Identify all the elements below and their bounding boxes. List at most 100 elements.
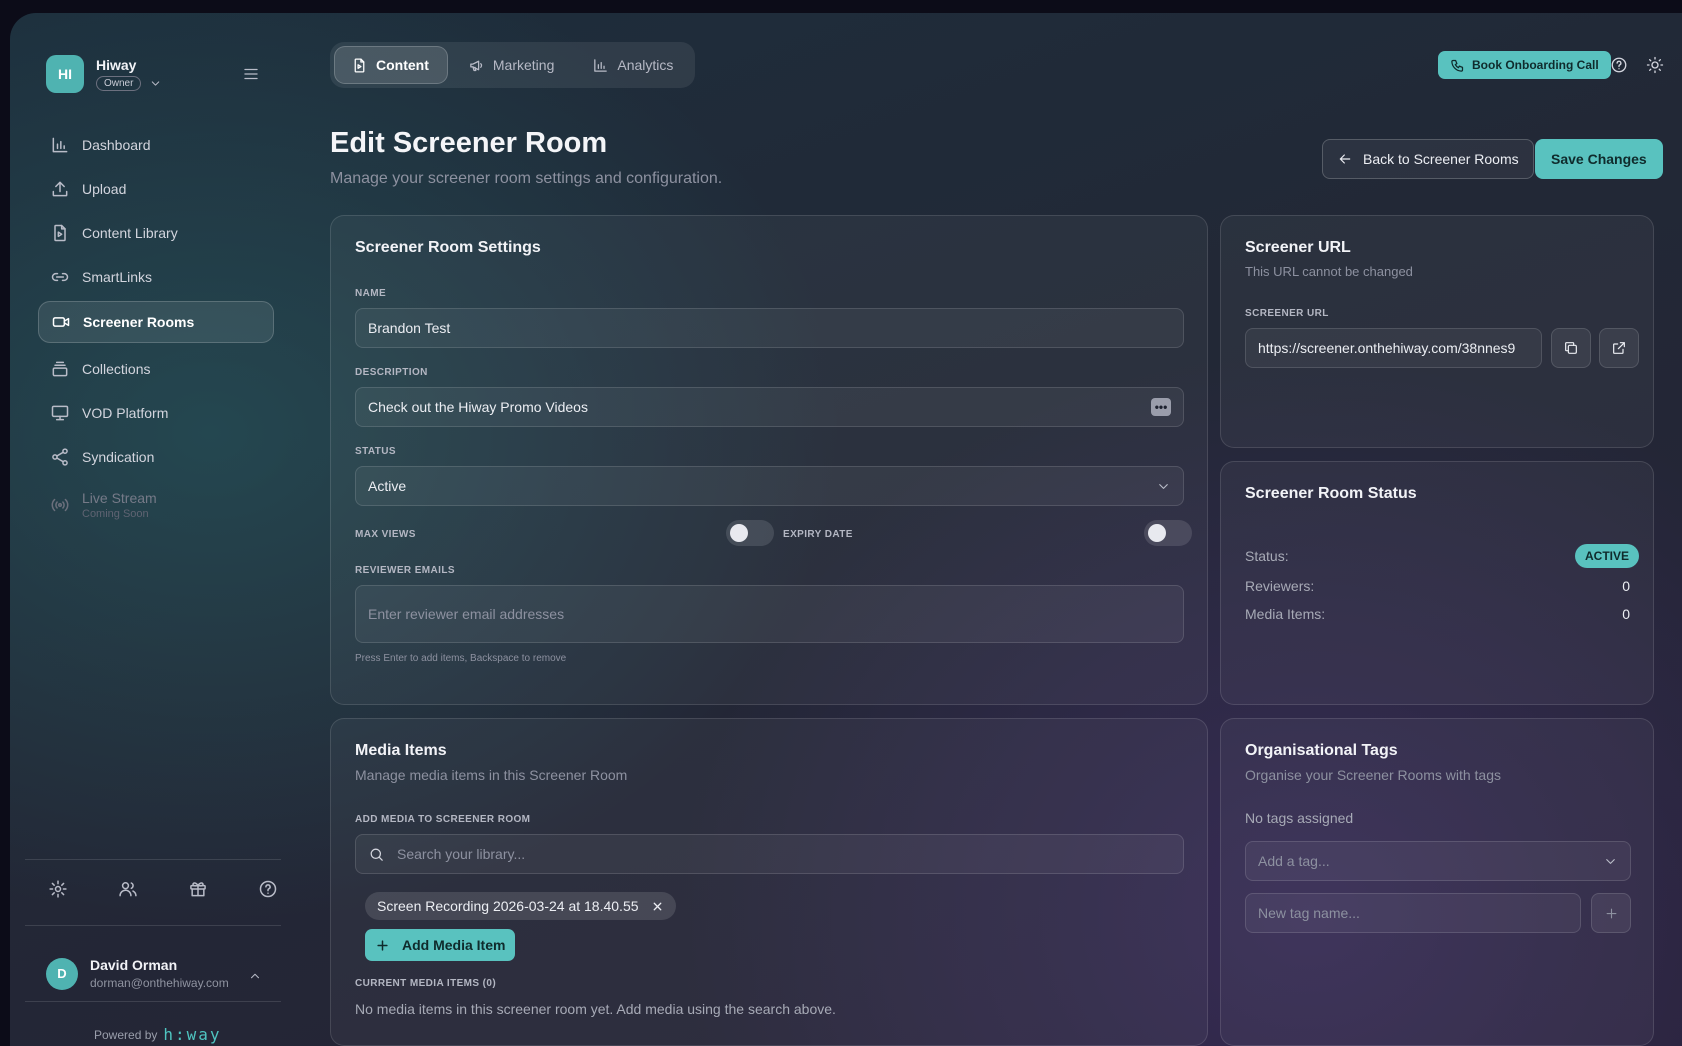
sidebar-item-screener-rooms[interactable]: Screener Rooms — [38, 301, 274, 343]
description-input[interactable]: Check out the Hiway Promo Videos ••• — [355, 387, 1184, 427]
copy-button[interactable] — [1551, 328, 1591, 368]
chevron-up-icon[interactable] — [248, 969, 262, 983]
monitor-icon — [50, 403, 70, 423]
tab-marketing[interactable]: Marketing — [452, 46, 572, 84]
name-input[interactable]: Brandon Test — [355, 308, 1184, 348]
tag-select[interactable]: Add a tag... — [1245, 841, 1631, 881]
help-icon[interactable] — [258, 879, 278, 899]
sidebar-item-label: SmartLinks — [82, 269, 153, 285]
chart-icon — [592, 57, 609, 74]
tab-analytics[interactable]: Analytics — [576, 46, 691, 84]
file-icon — [351, 57, 368, 74]
chevron-down-icon — [1603, 854, 1618, 869]
top-tabs: Content Marketing Analytics — [330, 42, 696, 88]
reviewers-label: Reviewers: — [1245, 578, 1315, 594]
workspace-avatar: HI — [46, 55, 84, 93]
expiry-date-label: EXPIRY DATE — [783, 529, 853, 540]
page-subtitle: Manage your screener room settings and c… — [330, 170, 723, 187]
sidebar-item-collections[interactable]: Collections — [38, 349, 274, 389]
empty-media-message: No media items in this screener room yet… — [355, 1001, 836, 1017]
sidebar-item-syndication[interactable]: Syndication — [38, 437, 274, 477]
screener-url-input[interactable]: https://screener.onthehiway.com/38nnes9 — [1245, 328, 1542, 368]
back-label: Back to Screener Rooms — [1363, 151, 1519, 167]
arrow-left-icon — [1337, 151, 1353, 167]
copy-icon — [1563, 340, 1579, 356]
megaphone-icon — [468, 57, 485, 74]
upload-icon — [50, 179, 70, 199]
powered-by: Powered by h:way — [94, 1025, 222, 1044]
expiry-date-toggle[interactable] — [1144, 520, 1192, 546]
sun-icon[interactable] — [1646, 56, 1664, 74]
add-tag-button[interactable] — [1591, 893, 1631, 933]
screener-url-label: SCREENER URL — [1245, 308, 1329, 319]
reviewer-emails-hint: Press Enter to add items, Backspace to r… — [355, 653, 567, 664]
reviewers-count: 0 — [1622, 578, 1630, 594]
video-icon — [51, 312, 71, 332]
menu-icon[interactable] — [242, 65, 260, 83]
close-icon[interactable] — [651, 900, 664, 913]
selected-media-chip: Screen Recording 2026-03-24 at 18.40.55 — [365, 892, 676, 920]
add-media-label: Add Media Item — [402, 937, 506, 953]
avatar: D — [46, 957, 78, 990]
screener-url-title: Screener URL — [1245, 239, 1351, 256]
sidebar-item-label: Screener Rooms — [83, 314, 195, 330]
status-label: STATUS — [355, 446, 396, 457]
max-views-toggle[interactable] — [726, 520, 774, 546]
workspace-switcher[interactable]: HI Hiway Owner — [46, 55, 162, 93]
settings-gear-icon[interactable] — [48, 879, 68, 899]
app-window: HI Hiway Owner Dashboard Upload Content … — [10, 13, 1682, 1046]
tab-content[interactable]: Content — [334, 46, 448, 84]
media-title: Media Items — [355, 742, 447, 759]
add-media-item-button[interactable]: Add Media Item — [365, 929, 516, 961]
divider — [25, 859, 281, 860]
phone-icon — [1450, 58, 1465, 73]
external-link-icon — [1611, 340, 1627, 356]
search-placeholder: Search your library... — [397, 846, 526, 862]
file-icon — [50, 223, 70, 243]
status-value: Active — [368, 478, 407, 494]
more-dots-icon[interactable]: ••• — [1151, 398, 1171, 416]
new-tag-input[interactable]: New tag name... — [1245, 893, 1581, 933]
sidebar-item-smartlinks[interactable]: SmartLinks — [38, 257, 274, 297]
status-card-title: Screener Room Status — [1245, 485, 1417, 502]
name-label: NAME — [355, 288, 387, 299]
tags-subtitle: Organise your Screener Rooms with tags — [1245, 767, 1501, 783]
coming-soon-label: Coming Soon — [82, 508, 149, 520]
screener-url-subtitle: This URL cannot be changed — [1245, 264, 1413, 279]
user-profile[interactable]: D David Orman dorman@onthehiway.com — [46, 957, 229, 990]
sidebar-item-vod-platform[interactable]: VOD Platform — [38, 393, 274, 433]
book-onboarding-call-button[interactable]: Book Onboarding Call — [1438, 51, 1611, 79]
back-button[interactable]: Back to Screener Rooms — [1322, 139, 1534, 179]
media-subtitle: Manage media items in this Screener Room — [355, 767, 628, 783]
help-icon[interactable] — [1610, 56, 1628, 74]
chevron-down-icon[interactable] — [149, 77, 162, 90]
sidebar-item-live-stream: Live Stream Coming Soon — [38, 481, 274, 529]
link-icon — [50, 267, 70, 287]
sidebar-item-label: VOD Platform — [82, 405, 169, 421]
max-views-label: MAX VIEWS — [355, 529, 416, 540]
divider — [25, 1001, 281, 1002]
sidebar-item-upload[interactable]: Upload — [38, 169, 274, 209]
tab-label: Content — [376, 57, 429, 73]
sidebar-nav: Dashboard Upload Content Library SmartLi… — [38, 125, 274, 533]
user-email: dorman@onthehiway.com — [90, 976, 229, 990]
plus-icon — [375, 938, 390, 953]
status-select[interactable]: Active — [355, 466, 1184, 506]
workspace-name: Hiway — [96, 57, 137, 73]
users-icon[interactable] — [118, 879, 138, 899]
search-icon — [368, 846, 385, 863]
sidebar-item-content-library[interactable]: Content Library — [38, 213, 274, 253]
sidebar-item-label: Collections — [82, 361, 151, 377]
save-button[interactable]: Save Changes — [1535, 139, 1663, 179]
status-label: Status: — [1245, 548, 1289, 564]
user-name: David Orman — [90, 957, 178, 973]
sidebar-item-dashboard[interactable]: Dashboard — [38, 125, 274, 165]
media-search-input[interactable]: Search your library... — [355, 834, 1184, 874]
description-label: DESCRIPTION — [355, 367, 428, 378]
gift-icon[interactable] — [188, 879, 208, 899]
tab-label: Analytics — [617, 57, 674, 73]
reviewer-emails-input[interactable]: Enter reviewer email addresses — [355, 585, 1184, 643]
tab-label: Marketing — [492, 57, 555, 73]
open-external-button[interactable] — [1599, 328, 1639, 368]
chart-icon — [50, 135, 70, 155]
